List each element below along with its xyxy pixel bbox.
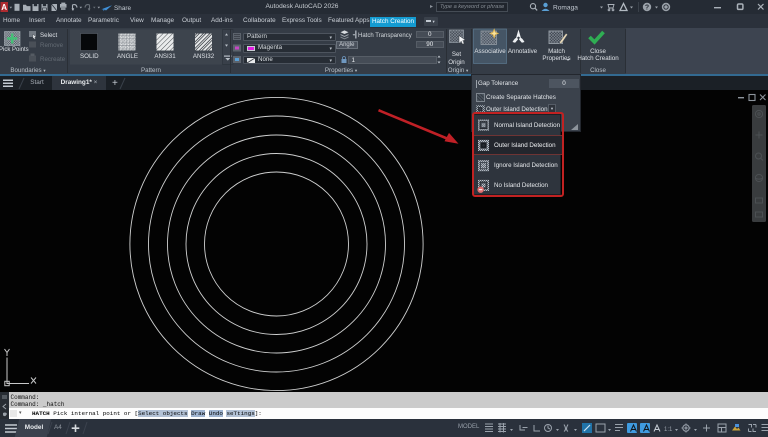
svg-text:1:1: 1:1 xyxy=(664,427,673,433)
svg-text:Romaga: Romaga xyxy=(553,5,578,12)
svg-text:A: A xyxy=(1,3,7,12)
svg-text:?: ? xyxy=(645,5,649,12)
svg-text:Share: Share xyxy=(114,5,131,12)
